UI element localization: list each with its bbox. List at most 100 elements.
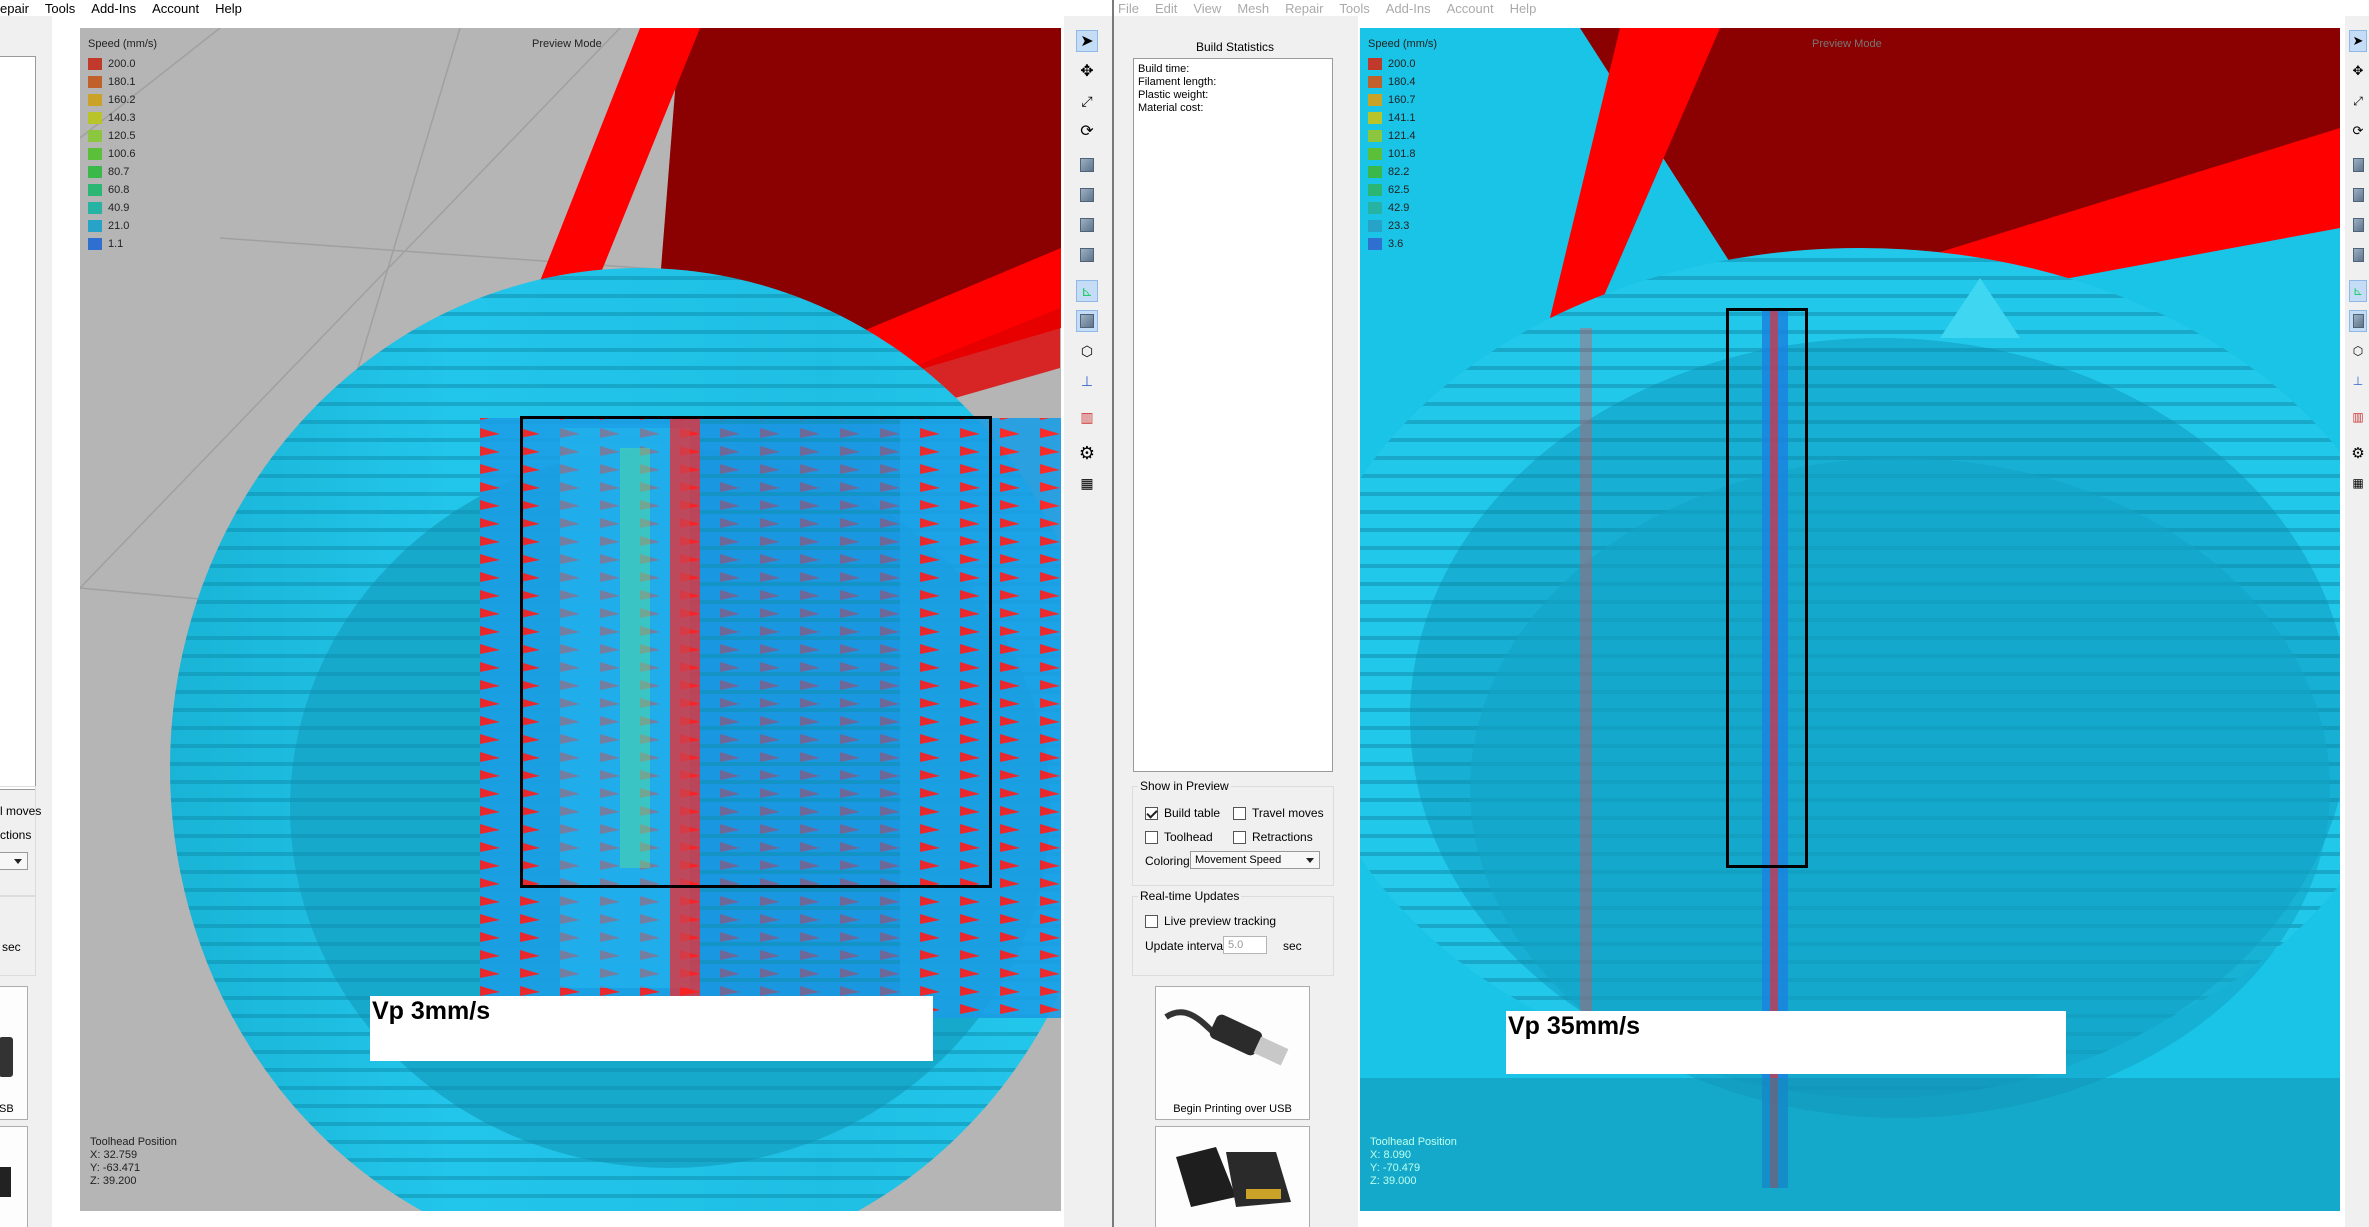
left-coloring-combo[interactable] bbox=[0, 852, 28, 870]
left-legend-row: 100.6 bbox=[88, 148, 136, 160]
legend-swatch bbox=[1368, 112, 1382, 124]
settings-gear-icon[interactable]: ⚙ bbox=[2349, 442, 2367, 464]
menu-edit[interactable]: Edit bbox=[1155, 1, 1177, 16]
delete-icon[interactable]: ▦ bbox=[1076, 472, 1098, 494]
menu-repair[interactable]: Repair bbox=[1285, 1, 1323, 16]
view-right-icon[interactable] bbox=[2349, 244, 2367, 266]
menu-view[interactable]: View bbox=[1193, 1, 1221, 16]
menu-file[interactable]: File bbox=[1118, 1, 1139, 16]
build-statistics-title: Build Statistics bbox=[1196, 40, 1275, 54]
right-3d-viewport[interactable]: Preview Mode Speed (mm/s) 200.0 180.4 16… bbox=[1360, 28, 2340, 1211]
right-speed-legend: Speed (mm/s) 200.0 180.4 160.7 141.1 121… bbox=[1368, 38, 1488, 258]
view-iso-icon[interactable] bbox=[2349, 310, 2367, 332]
left-annotation-label: Vp 3mm/s bbox=[370, 996, 933, 1061]
rotate-tool-icon[interactable]: ⟳ bbox=[2349, 120, 2367, 142]
rotate-tool-icon[interactable]: ⟳ bbox=[1076, 120, 1098, 142]
move-tool-icon[interactable]: ✥ bbox=[1076, 60, 1098, 82]
live-preview-checkbox[interactable]: Live preview tracking bbox=[1145, 914, 1276, 928]
menu-help[interactable]: Help bbox=[215, 1, 242, 16]
left-travel-moves-label[interactable]: l moves bbox=[0, 804, 41, 818]
update-interval-label: Update interval bbox=[1145, 939, 1226, 953]
menu-tools[interactable]: Tools bbox=[1339, 1, 1369, 16]
view-front-icon[interactable] bbox=[2349, 154, 2367, 176]
menu-help[interactable]: Help bbox=[1510, 1, 1537, 16]
wireframe-icon[interactable]: ⬡ bbox=[1076, 340, 1098, 362]
right-annotation-label: Vp 35mm/s bbox=[1506, 1011, 2066, 1074]
legend-swatch bbox=[88, 94, 102, 106]
select-tool-icon[interactable]: ➤ bbox=[2349, 30, 2367, 52]
view-left-icon[interactable] bbox=[2349, 214, 2367, 236]
begin-printing-usb-button[interactable]: Begin Printing over USB bbox=[1155, 986, 1310, 1120]
update-interval-spinbox[interactable]: 5.0 bbox=[1223, 936, 1267, 954]
legend-swatch bbox=[88, 166, 102, 178]
travel-moves-checkbox[interactable]: Travel moves bbox=[1233, 806, 1324, 820]
wireframe-icon[interactable]: ⬡ bbox=[2349, 340, 2367, 362]
coloring-combo[interactable]: Movement Speed bbox=[1190, 851, 1320, 869]
legend-swatch bbox=[88, 238, 102, 250]
right-toolhead-title: Toolhead Position bbox=[1370, 1136, 1457, 1148]
left-legend-row: 1.1 bbox=[88, 238, 123, 250]
view-front-icon[interactable] bbox=[1076, 154, 1098, 176]
realtime-updates-title: Real-time Updates bbox=[1138, 889, 1242, 903]
checkbox-icon bbox=[1145, 830, 1158, 844]
menu-repair[interactable]: epair bbox=[0, 1, 29, 16]
sd-card-icon bbox=[1176, 1147, 1291, 1207]
legend-swatch bbox=[88, 220, 102, 232]
menu-mesh[interactable]: Mesh bbox=[1237, 1, 1269, 16]
sd-card-button[interactable] bbox=[1155, 1126, 1310, 1227]
left-view-toolbar: ➤ ✥ ⤢ ⟳ ⊾ ⬡ ⊥ ▥ ⚙ ▦ bbox=[1064, 16, 1112, 1227]
usb-cable-icon bbox=[0, 1037, 13, 1077]
left-3d-viewport[interactable]: Preview Mode Speed (mm/s) 200.0 180.1 16… bbox=[80, 28, 1061, 1211]
select-tool-icon[interactable]: ➤ bbox=[1076, 30, 1098, 52]
legend-swatch bbox=[88, 76, 102, 88]
build-time-label: Build time: bbox=[1138, 63, 1190, 75]
view-left-icon[interactable] bbox=[1076, 214, 1098, 236]
right-legend-row: 141.1 bbox=[1368, 112, 1416, 124]
menu-account[interactable]: Account bbox=[1447, 1, 1494, 16]
legend-swatch bbox=[1368, 184, 1382, 196]
left-usb-button[interactable]: SB bbox=[0, 986, 28, 1120]
left-highlight-box bbox=[520, 416, 992, 888]
left-preview-mode-label: Preview Mode bbox=[532, 38, 602, 50]
axis-z-icon[interactable]: ⊥ bbox=[2349, 370, 2367, 392]
left-toolhead-y: Y: -63.471 bbox=[90, 1162, 141, 1174]
build-table-checkbox[interactable]: Build table bbox=[1145, 806, 1220, 820]
left-legend-row: 120.5 bbox=[88, 130, 136, 142]
axes-icon[interactable]: ⊾ bbox=[2349, 280, 2367, 302]
scale-tool-icon[interactable]: ⤢ bbox=[2349, 90, 2367, 112]
view-back-icon[interactable] bbox=[1076, 184, 1098, 206]
toolhead-checkbox[interactable]: Toolhead bbox=[1145, 830, 1213, 844]
settings-gear-icon[interactable]: ⚙ bbox=[1076, 442, 1098, 464]
checkbox-checked-icon bbox=[1145, 806, 1158, 820]
view-right-icon[interactable] bbox=[1076, 244, 1098, 266]
menu-addins[interactable]: Add-Ins bbox=[1386, 1, 1431, 16]
left-toolhead-title: Toolhead Position bbox=[90, 1136, 177, 1148]
left-retractions-label[interactable]: ctions bbox=[0, 828, 31, 842]
show-in-preview-title: Show in Preview bbox=[1138, 779, 1231, 793]
left-legend-row: 140.3 bbox=[88, 112, 136, 124]
right-legend-row: 82.2 bbox=[1368, 166, 1409, 178]
left-speed-legend: Speed (mm/s) 200.0 180.1 160.2 140.3 120… bbox=[88, 38, 208, 258]
left-legend-row: 60.8 bbox=[88, 184, 129, 196]
cross-section-icon[interactable]: ▥ bbox=[1076, 406, 1098, 428]
view-iso-icon[interactable] bbox=[1076, 310, 1098, 332]
delete-icon[interactable]: ▦ bbox=[2349, 472, 2367, 494]
menu-account[interactable]: Account bbox=[152, 1, 199, 16]
right-highlight-box bbox=[1726, 308, 1808, 868]
plastic-weight-label: Plastic weight: bbox=[1138, 89, 1209, 101]
right-toolhead-position: Toolhead Position X: 8.090 Y: -70.479 Z:… bbox=[1370, 1136, 1457, 1188]
axis-z-icon[interactable]: ⊥ bbox=[1076, 370, 1098, 392]
left-sd-button[interactable] bbox=[0, 1126, 28, 1227]
sd-card-icon bbox=[0, 1167, 11, 1197]
checkbox-icon bbox=[1233, 830, 1246, 844]
view-back-icon[interactable] bbox=[2349, 184, 2367, 206]
menu-addins[interactable]: Add-Ins bbox=[91, 1, 136, 16]
axes-icon[interactable]: ⊾ bbox=[1076, 280, 1098, 302]
right-toolhead-z: Z: 39.000 bbox=[1370, 1175, 1417, 1187]
scale-tool-icon[interactable]: ⤢ bbox=[1076, 90, 1098, 112]
cross-section-icon[interactable]: ▥ bbox=[2349, 406, 2367, 428]
move-tool-icon[interactable]: ✥ bbox=[2349, 60, 2367, 82]
left-toolhead-x: X: 32.759 bbox=[90, 1149, 138, 1161]
retractions-checkbox[interactable]: Retractions bbox=[1233, 830, 1313, 844]
menu-tools[interactable]: Tools bbox=[45, 1, 75, 16]
